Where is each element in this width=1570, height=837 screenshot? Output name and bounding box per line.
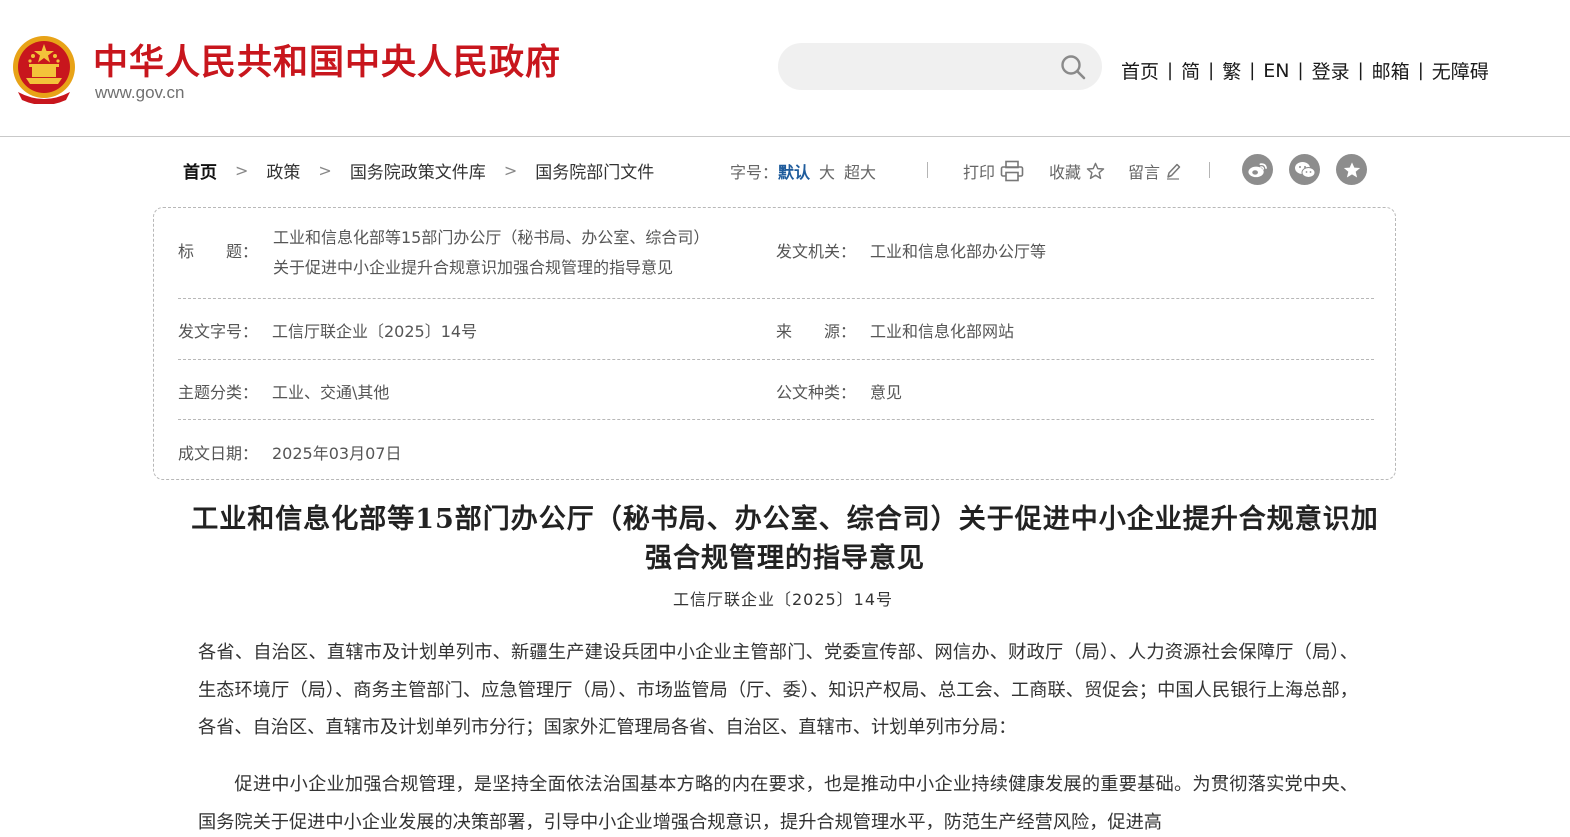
search-icon[interactable] (1060, 54, 1086, 80)
search-box (778, 43, 1102, 90)
favorite-label: 收藏 (1049, 163, 1082, 182)
site-url[interactable]: www.gov.cn (95, 83, 184, 103)
docno-label: 发文字号： (178, 322, 259, 341)
doctype-label: 公文种类： (776, 383, 857, 402)
article-paragraph-body: 促进中小企业加强合规管理，是坚持全面依法治国基本方略的内在要求，也是推动中小企业… (198, 774, 1358, 833)
info-source-cell: 来 源： 工业和信息化部网站 (776, 318, 1014, 342)
document-info-box: 标 题： 工业和信息化部等15部门办公厅（秘书局、办公室、综合司） 关于促进中小… (153, 207, 1396, 480)
weibo-icon (1248, 162, 1267, 177)
toolbar-divider (927, 162, 928, 178)
source-label: 来 源： (776, 322, 857, 341)
nav-traditional[interactable]: 繁 (1214, 57, 1249, 84)
breadcrumb-department-docs[interactable]: 国务院部门文件 (535, 158, 654, 183)
doctype-value: 意见 (870, 383, 903, 402)
weibo-share-button[interactable] (1242, 154, 1273, 185)
breadcrumb-separator: > (503, 161, 518, 180)
article-doc-number: 工信厅联企业〔2025〕14号 (672, 590, 894, 609)
source-value: 工业和信息化部网站 (870, 322, 1015, 341)
date-value: 2025年03月07日 (272, 444, 402, 463)
favorite-share-icon (1343, 161, 1360, 177)
info-doctype-cell: 公文种类： 意见 (776, 379, 902, 403)
font-size-extra-large[interactable]: 超大 (844, 159, 876, 183)
nav-home[interactable]: 首页 (1113, 57, 1167, 84)
issuer-value: 工业和信息化部办公厅等 (870, 242, 1047, 261)
nav-simplified[interactable]: 简 (1173, 57, 1208, 84)
nav-english[interactable]: EN (1255, 60, 1297, 82)
nav-mail[interactable]: 邮箱 (1364, 57, 1418, 84)
star-icon (1086, 162, 1105, 180)
topic-value: 工业、交通\其他 (272, 383, 390, 402)
title-label: 标 题： (178, 242, 259, 261)
breadcrumb: 首页 > 政策 > 国务院政策文件库 > 国务院部门文件 (183, 158, 654, 183)
wechat-icon (1294, 161, 1315, 178)
info-row-title: 标 题： 工业和信息化部等15部门办公厅（秘书局、办公室、综合司） 关于促进中小… (178, 208, 1374, 299)
top-nav: 首页 | 简 | 繁 | EN | 登录 | 邮箱 | 无障碍 (1113, 57, 1497, 84)
info-docno-cell: 发文字号： 工信厅联企业〔2025〕14号 (178, 318, 477, 342)
title-value-line2: 关于促进中小企业提升合规意识加强合规管理的指导意见 (273, 258, 674, 277)
wechat-share-button[interactable] (1289, 154, 1320, 185)
info-topic-cell: 主题分类： 工业、交通\其他 (178, 379, 389, 403)
font-size-control: 字号： 默认 大 超大 (730, 159, 876, 183)
date-label: 成文日期： (178, 444, 259, 463)
info-row-topic: 主题分类： 工业、交通\其他 公文种类： 意见 (178, 360, 1374, 420)
breadcrumb-separator: > (235, 161, 249, 180)
breadcrumb-policy-library[interactable]: 国务院政策文件库 (350, 158, 486, 183)
info-row-docno: 发文字号： 工信厅联企业〔2025〕14号 来 源： 工业和信息化部网站 (178, 299, 1374, 360)
info-issuer-cell: 发文机关： 工业和信息化部办公厅等 (776, 238, 1046, 262)
docno-value: 工信厅联企业〔2025〕14号 (272, 322, 478, 341)
favorite-share-button[interactable] (1336, 154, 1367, 185)
pencil-icon (1167, 163, 1181, 180)
breadcrumb-home[interactable]: 首页 (183, 158, 217, 183)
breadcrumb-separator: > (318, 161, 332, 180)
info-row-date: 成文日期： 2025年03月07日 (178, 420, 1374, 480)
national-emblem-icon[interactable] (12, 34, 76, 105)
search-input[interactable] (798, 51, 1048, 82)
title-value-line1: 工业和信息化部等15部门办公厅（秘书局、办公室、综合司） (273, 228, 710, 247)
favorite-button[interactable]: 收藏 (1049, 159, 1105, 183)
comment-button[interactable]: 留言 (1128, 159, 1181, 183)
nav-accessibility[interactable]: 无障碍 (1424, 57, 1497, 84)
info-title-value: 工业和信息化部等15部门办公厅（秘书局、办公室、综合司） 关于促进中小企业提升合… (273, 223, 773, 283)
comment-label: 留言 (1128, 163, 1161, 182)
breadcrumb-policy[interactable]: 政策 (266, 158, 300, 183)
issuer-label: 发文机关： (776, 242, 857, 261)
print-icon (1000, 160, 1024, 182)
article-toolbar: 首页 > 政策 > 国务院政策文件库 > 国务院部门文件 字号： 默认 大 超大… (0, 152, 1570, 190)
article-title: 工业和信息化部等15部门办公厅（秘书局、办公室、综合司）关于促进中小企业提升合规… (191, 504, 1379, 574)
info-date-cell: 成文日期： 2025年03月07日 (178, 440, 401, 464)
topic-label: 主题分类： (178, 383, 259, 402)
font-size-large[interactable]: 大 (819, 159, 835, 183)
nav-login[interactable]: 登录 (1304, 57, 1358, 84)
site-title[interactable]: 中华人民共和国中央人民政府 (93, 34, 561, 85)
font-size-default[interactable]: 默认 (778, 159, 810, 183)
info-title-label-cell: 标 题： (178, 238, 272, 262)
print-label: 打印 (963, 163, 996, 182)
print-button[interactable]: 打印 (963, 159, 1024, 183)
font-size-label: 字号： (730, 163, 779, 182)
article-paragraph-addressees: 各省、自治区、直辖市及计划单列市、新疆生产建设兵团中小企业主管部门、党委宣传部、… (198, 642, 1358, 738)
toolbar-divider (1209, 162, 1210, 178)
site-header: 中华人民共和国中央人民政府 www.gov.cn 首页 | 简 | 繁 | EN… (0, 0, 1570, 137)
